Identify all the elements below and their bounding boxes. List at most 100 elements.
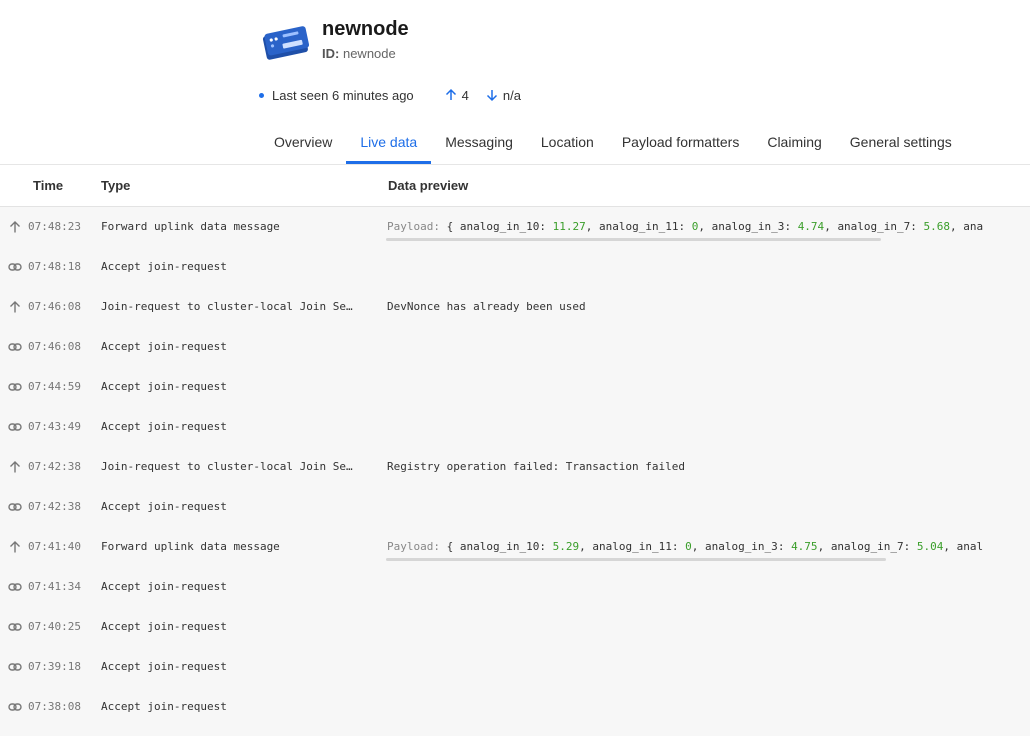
event-time: 07:46:08 bbox=[28, 300, 81, 313]
device-name: newnode bbox=[322, 18, 409, 40]
event-type: Join-request to cluster-local Join Se… bbox=[101, 300, 353, 313]
link-icon bbox=[8, 583, 22, 591]
tab-location[interactable]: Location bbox=[527, 124, 608, 164]
payload-key: analog_in_10 bbox=[459, 220, 540, 233]
event-type: Accept join-request bbox=[101, 500, 227, 513]
data-preview: Registry operation failed: Transaction f… bbox=[387, 460, 686, 473]
table-row[interactable]: 07:48:18 Accept join-request bbox=[0, 247, 1030, 287]
payload-value: 4.74 bbox=[797, 220, 825, 233]
table-row[interactable]: 07:46:08 Accept join-request bbox=[0, 327, 1030, 367]
payload-label: Payload: bbox=[387, 220, 440, 233]
preview-scrollbar[interactable] bbox=[386, 558, 886, 561]
payload-key: analog_in_11 bbox=[592, 540, 672, 553]
device-id-value: newnode bbox=[342, 46, 396, 61]
event-time: 07:38:08 bbox=[28, 700, 81, 713]
payload-key: analog_in_7 bbox=[837, 220, 911, 233]
payload-value: 0 bbox=[691, 220, 699, 233]
table-row[interactable]: 07:43:49 Accept join-request bbox=[0, 407, 1030, 447]
table-row[interactable]: 07:44:59 Accept join-request bbox=[0, 367, 1030, 407]
preview-scrollbar[interactable] bbox=[386, 238, 881, 241]
payload-key: analog_in_10 bbox=[459, 540, 540, 553]
event-time: 07:48:18 bbox=[28, 260, 81, 273]
event-time: 07:48:23 bbox=[28, 220, 81, 233]
event-type: Forward uplink data message bbox=[101, 220, 280, 233]
link-icon bbox=[8, 703, 22, 711]
status-dot-icon bbox=[259, 92, 264, 98]
payload-label: Payload: bbox=[387, 540, 440, 553]
event-time: 07:41:40 bbox=[28, 540, 81, 553]
status-row: Last seen 6 minutes ago 4 n/a bbox=[259, 86, 521, 104]
tab-general-settings[interactable]: General settings bbox=[836, 124, 966, 164]
table-row[interactable]: 07:42:38 Accept join-request bbox=[0, 487, 1030, 527]
event-time: 07:42:38 bbox=[28, 460, 81, 473]
device-icon bbox=[262, 26, 310, 60]
downlink-count: n/a bbox=[502, 87, 521, 103]
event-time: 07:39:18 bbox=[28, 660, 81, 673]
table-row[interactable]: 07:48:23 Forward uplink data message Paylo… bbox=[0, 207, 1030, 247]
column-header-data-preview[interactable]: Data preview bbox=[388, 178, 468, 193]
payload-value: 5.29 bbox=[552, 540, 580, 553]
tab-live-data[interactable]: Live data bbox=[346, 124, 432, 164]
event-rows: 07:48:23 Forward uplink data message Paylo… bbox=[0, 207, 1030, 727]
payload-key: analog_in_7 bbox=[830, 540, 904, 553]
event-time: 07:42:38 bbox=[28, 500, 81, 513]
data-preview: Payload: { analog_in_10: 11.27, analog_i… bbox=[387, 220, 984, 233]
payload-value: 5.04 bbox=[916, 540, 944, 553]
event-type: Accept join-request bbox=[101, 580, 227, 593]
table-row[interactable]: 07:38:08 Accept join-request bbox=[0, 687, 1030, 727]
tab-payload-formatters[interactable]: Payload formatters bbox=[608, 124, 754, 164]
link-icon bbox=[8, 623, 22, 631]
event-time: 07:41:34 bbox=[28, 580, 81, 593]
uplink-arrow-icon bbox=[10, 301, 20, 313]
tab-messaging[interactable]: Messaging bbox=[431, 124, 527, 164]
event-type: Accept join-request bbox=[101, 420, 227, 433]
link-icon bbox=[8, 503, 22, 511]
event-type: Accept join-request bbox=[101, 660, 227, 673]
payload-value: 11.27 bbox=[552, 220, 586, 233]
table-row[interactable]: 07:46:08 Join-request to cluster-local Jo… bbox=[0, 287, 1030, 327]
uplink-counter: 4 bbox=[444, 88, 469, 103]
event-type: Accept join-request bbox=[101, 380, 227, 393]
data-preview: DevNonce has already been used bbox=[387, 300, 586, 313]
event-type: Forward uplink data message bbox=[101, 540, 280, 553]
column-header-time[interactable]: Time bbox=[33, 178, 63, 193]
table-row[interactable]: 07:41:40 Forward uplink data message Paylo… bbox=[0, 527, 1030, 567]
column-header-type[interactable]: Type bbox=[101, 178, 130, 193]
uplink-count: 4 bbox=[461, 87, 469, 103]
payload-value: 5.68 bbox=[923, 220, 951, 233]
live-data-table: Time Type Data preview 07:48:23 Forward u… bbox=[0, 165, 1030, 736]
event-time: 07:44:59 bbox=[28, 380, 81, 393]
device-header: newnode ID: newnode Last seen 6 minutes … bbox=[0, 0, 1030, 165]
arrow-up-icon bbox=[445, 88, 456, 100]
downlink-counter: n/a bbox=[485, 88, 521, 103]
link-icon bbox=[8, 423, 22, 431]
event-time: 07:43:49 bbox=[28, 420, 81, 433]
table-row[interactable]: 07:39:18 Accept join-request bbox=[0, 647, 1030, 687]
payload-key: analog_in_3 bbox=[711, 220, 785, 233]
arrow-down-icon bbox=[486, 90, 497, 102]
table-row[interactable]: 07:42:38 Join-request to cluster-local Jo… bbox=[0, 447, 1030, 487]
table-row[interactable]: 07:40:25 Accept join-request bbox=[0, 607, 1030, 647]
event-type: Accept join-request bbox=[101, 700, 227, 713]
payload-value: 4.75 bbox=[791, 540, 818, 553]
table-row[interactable]: 07:41:34 Accept join-request bbox=[0, 567, 1030, 607]
data-preview: Payload: { analog_in_10: 5.29, analog_in… bbox=[387, 540, 984, 553]
event-type: Join-request to cluster-local Join Se… bbox=[101, 460, 353, 473]
tab-claiming[interactable]: Claiming bbox=[753, 124, 835, 164]
link-icon bbox=[8, 663, 22, 671]
event-time: 07:46:08 bbox=[28, 340, 81, 353]
event-time: 07:40:25 bbox=[28, 620, 81, 633]
device-id: ID: newnode bbox=[322, 46, 396, 61]
table-header: Time Type Data preview bbox=[0, 165, 1030, 207]
event-type: Accept join-request bbox=[101, 340, 227, 353]
event-type: Accept join-request bbox=[101, 620, 227, 633]
uplink-arrow-icon bbox=[10, 541, 20, 553]
uplink-arrow-icon bbox=[10, 461, 20, 473]
device-id-label: ID: bbox=[322, 46, 340, 61]
event-type: Accept join-request bbox=[101, 260, 227, 273]
payload-key: ana bbox=[963, 220, 984, 233]
link-icon bbox=[8, 383, 22, 391]
tab-overview[interactable]: Overview bbox=[260, 124, 346, 164]
payload-key: anal bbox=[956, 540, 984, 553]
uplink-arrow-icon bbox=[10, 221, 20, 233]
